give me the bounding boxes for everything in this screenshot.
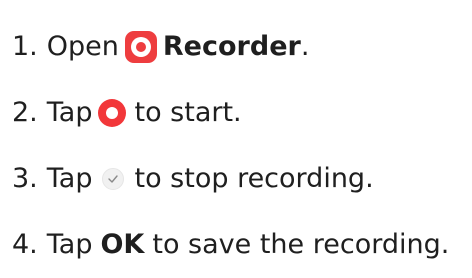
step-number: 1. bbox=[12, 31, 38, 62]
step-number: 3. bbox=[12, 163, 38, 194]
step-text-before: Tap bbox=[46, 97, 93, 128]
step-3: 3. Tap to stop recording. bbox=[12, 146, 468, 212]
record-button-icon bbox=[98, 99, 127, 127]
step-2: 2. Tap to start. bbox=[12, 80, 468, 146]
step-text-before: Tap bbox=[46, 163, 93, 194]
step-4: 4. Tap OK to save the recording. bbox=[12, 212, 468, 278]
step-text-before: Tap bbox=[46, 229, 93, 260]
step-number: 2. bbox=[12, 97, 38, 128]
step-text-after: to stop recording. bbox=[134, 163, 374, 194]
instruction-steps: 1. Open Recorder . 2. Tap to start. 3. T… bbox=[12, 14, 468, 278]
app-name: Recorder bbox=[162, 31, 301, 62]
step-number: 4. bbox=[12, 229, 38, 260]
step-text-before: Open bbox=[46, 31, 119, 62]
step-1: 1. Open Recorder . bbox=[12, 14, 468, 80]
ok-label: OK bbox=[100, 229, 145, 260]
recorder-app-icon bbox=[124, 31, 157, 63]
step-text-after: to save the recording. bbox=[152, 229, 450, 260]
check-icon bbox=[102, 168, 125, 190]
step-text-after: to start. bbox=[134, 97, 242, 128]
step-text-after: . bbox=[300, 31, 310, 62]
